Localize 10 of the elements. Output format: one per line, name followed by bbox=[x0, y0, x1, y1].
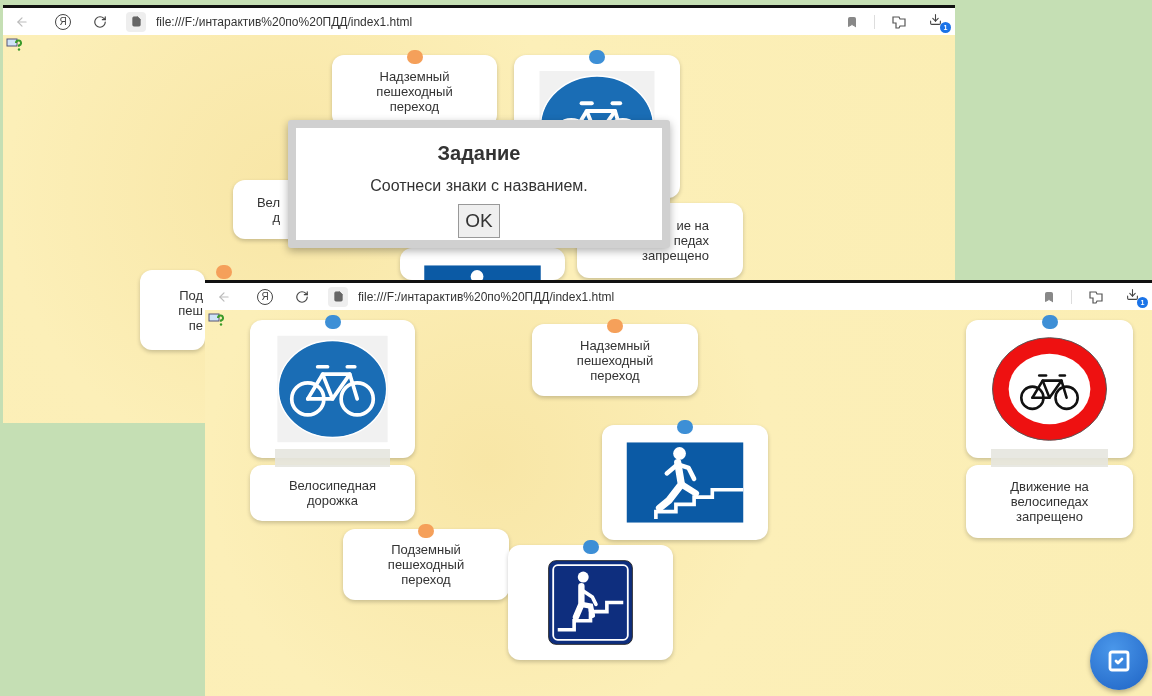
dialog-title: Задание bbox=[437, 141, 521, 166]
card-label: Надземный пешеходный переход bbox=[575, 337, 655, 383]
card-label: Движение на велосипедах запрещено bbox=[1009, 479, 1090, 524]
card-label: Надземный пешеходный переход bbox=[375, 68, 454, 114]
card-label: Под пеш пе bbox=[177, 287, 204, 333]
card-label: Велосипедная дорожка bbox=[287, 478, 378, 508]
card-label: ие на педах запрещено bbox=[641, 218, 710, 263]
dialog-message: Соотнеси знаки с названием. bbox=[370, 176, 588, 196]
card-label: Вел д bbox=[255, 194, 281, 225]
card-label: Подземный пешеходный переход bbox=[386, 542, 466, 587]
